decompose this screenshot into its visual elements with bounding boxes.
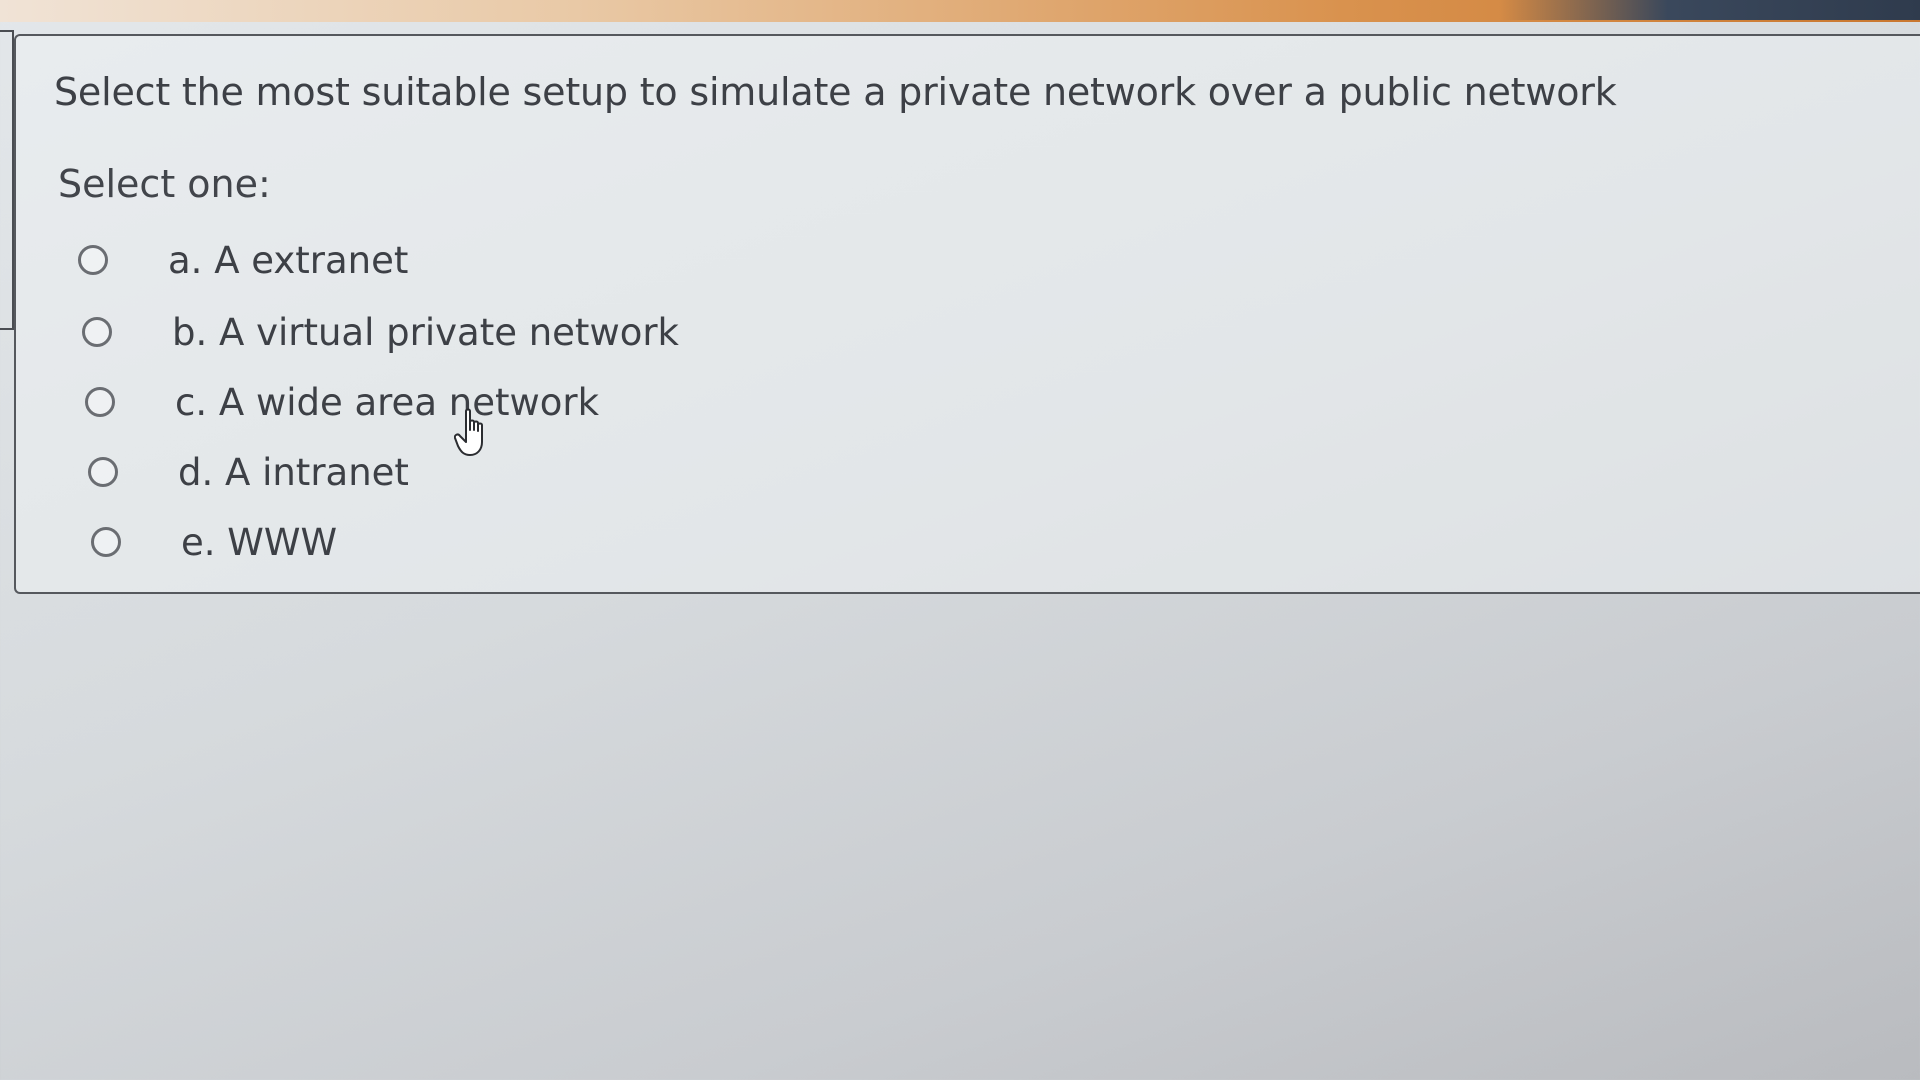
radio-button-c[interactable] [85,387,115,417]
answer-option-b[interactable]: b. A virtual private network [82,302,679,362]
question-card: Select the most suitable setup to simula… [14,34,1920,594]
top-accent-bar [0,0,1920,22]
answer-label-b: b. A virtual private network [172,310,679,354]
answer-option-c[interactable]: c. A wide area network [85,372,599,432]
radio-button-b[interactable] [82,317,112,347]
answer-label-e: e. WWW [181,520,338,564]
answer-option-a[interactable]: a. A extranet [78,230,408,290]
question-text: Select the most suitable setup to simula… [54,70,1617,114]
side-panel-edge [0,30,14,330]
answer-label-d: d. A intranet [178,450,409,494]
answer-option-d[interactable]: d. A intranet [88,442,409,502]
answer-label-c: c. A wide area network [175,380,600,424]
radio-button-a[interactable] [78,245,108,275]
answer-label-a: a. A extranet [168,238,409,282]
hand-pointer-icon [454,408,483,456]
answer-option-e[interactable]: e. WWW [91,512,337,572]
select-one-prompt: Select one: [58,162,271,206]
radio-button-e[interactable] [91,527,121,557]
radio-button-d[interactable] [88,457,118,487]
